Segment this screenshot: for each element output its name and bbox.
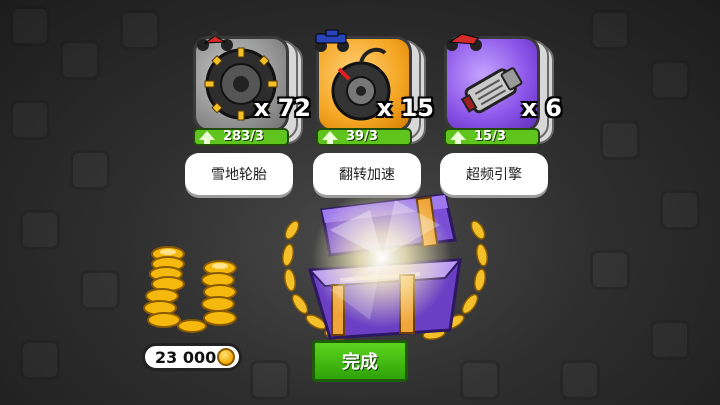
motorbike-icon <box>197 31 233 51</box>
upgrade-progress-bar: 39/3 <box>316 128 412 146</box>
reward-card-snow-tire: x 72 283/3 <box>193 31 311 148</box>
progress-label: 15/3 <box>474 129 506 144</box>
done-button[interactable]: 完成 <box>312 340 408 382</box>
treasure-chest-icon <box>281 188 489 341</box>
reward-card-flip-boost: x 15 39/3 <box>315 29 434 148</box>
coin-pile-icon <box>143 246 237 333</box>
item-count: x 15 <box>376 94 434 122</box>
coin-amount: 23 000 <box>155 348 217 367</box>
reward-card-overclocked-engine: x 6 15/3 <box>444 33 562 148</box>
sport-bike-icon <box>446 33 482 51</box>
reward-name-flip-boost[interactable]: 翻转加速 <box>313 153 421 195</box>
item-count: x 72 <box>253 94 311 122</box>
monster-truck-icon <box>315 29 349 52</box>
upgrade-progress-bar: 15/3 <box>444 128 540 146</box>
progress-label: 39/3 <box>346 129 378 144</box>
coin-icon <box>217 348 235 366</box>
coin-total-badge: 23 000 <box>142 343 242 371</box>
upgrade-progress-bar: 283/3 <box>193 128 289 146</box>
reward-name-overclocked-engine[interactable]: 超频引擎 <box>440 153 548 195</box>
progress-label: 283/3 <box>223 129 264 144</box>
item-count: x 6 <box>521 94 562 122</box>
reward-name-snow-tire[interactable]: 雪地轮胎 <box>185 153 293 195</box>
